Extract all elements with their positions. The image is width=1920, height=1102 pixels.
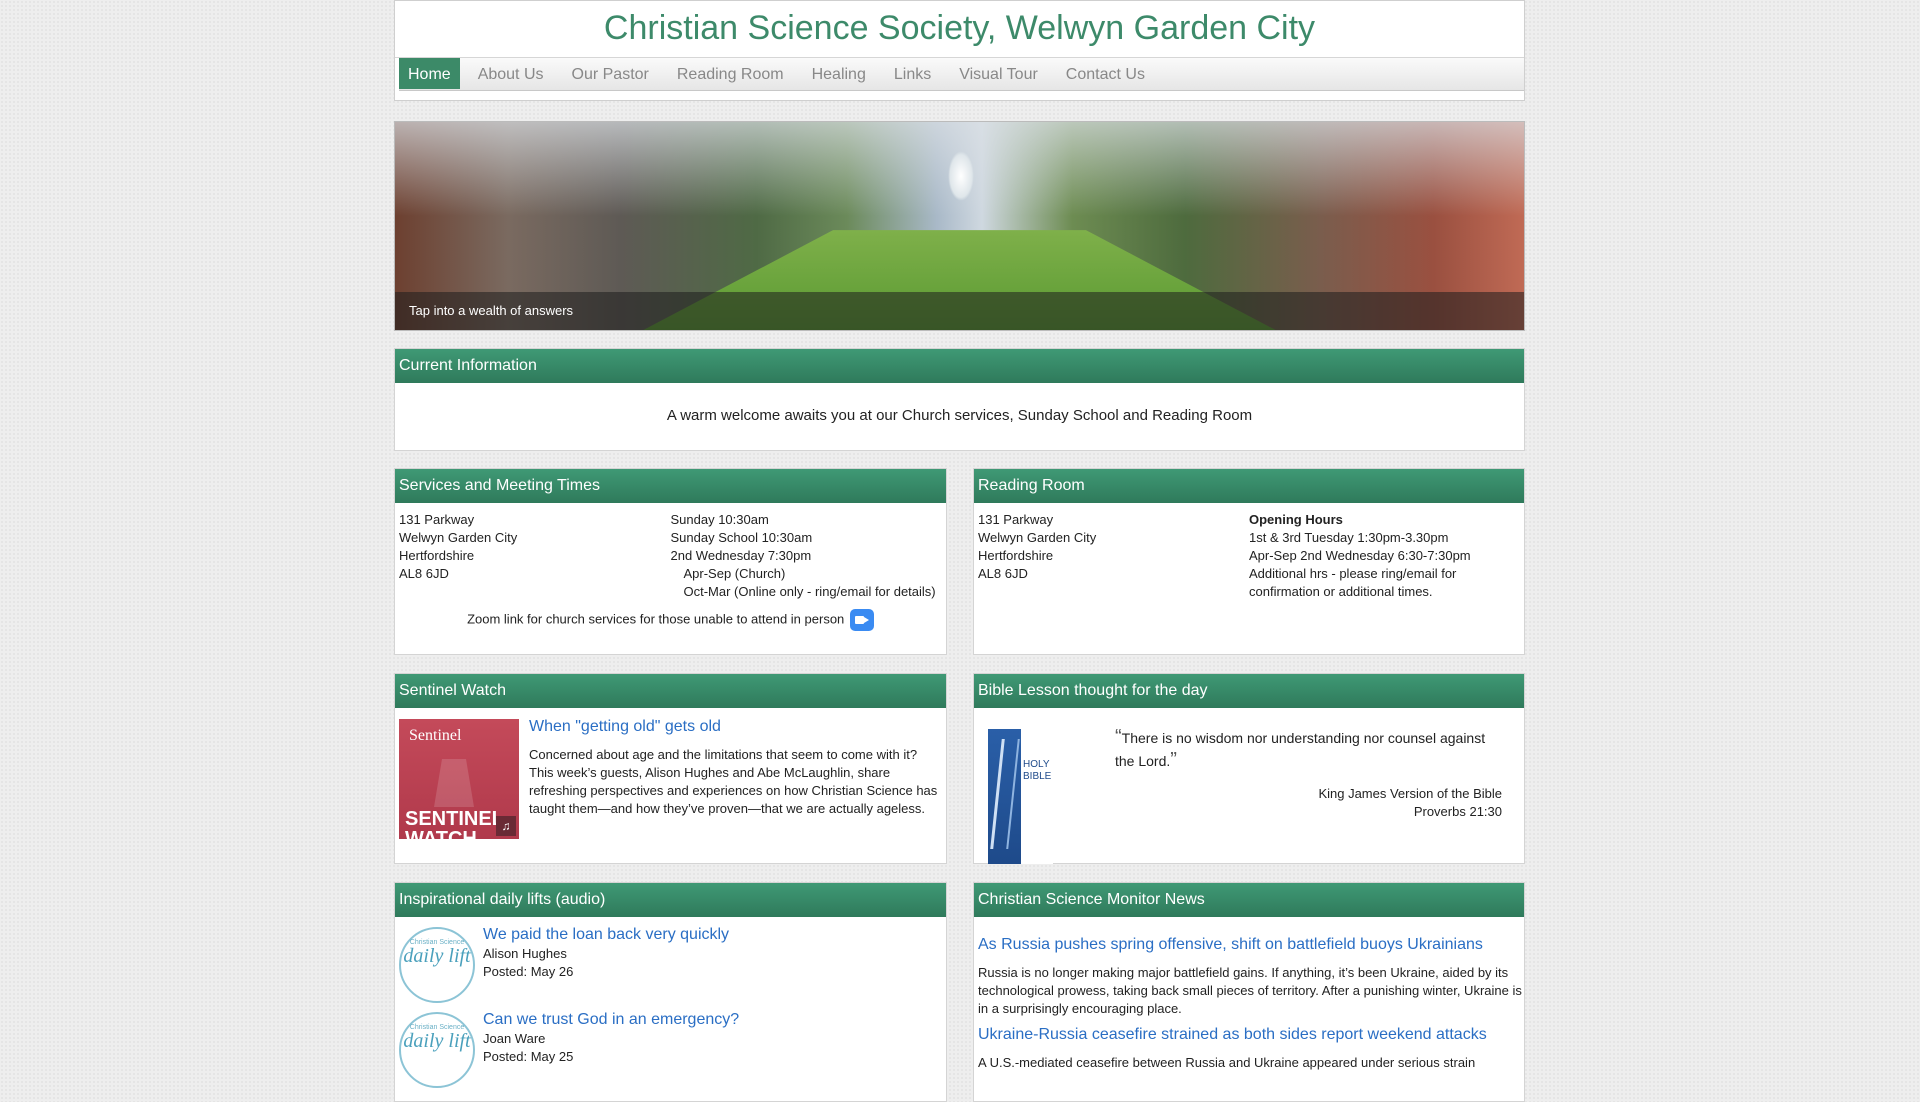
sentinel-article-summary: Concerned about age and the limitations … — [529, 747, 938, 816]
news-summary: A U.S.-mediated ceasefire between Russia… — [978, 1055, 1476, 1070]
hours-line: Apr-Sep 2nd Wednesday 6:30-7:30pm — [1249, 548, 1471, 563]
site-header: Christian Science Society, Welwyn Garden… — [394, 0, 1525, 101]
hero-fountain — [948, 151, 975, 202]
nav-about-us[interactable]: About Us — [469, 58, 553, 89]
close-quote: ” — [1170, 749, 1177, 771]
address-line: Welwyn Garden City — [399, 530, 518, 545]
monitor-news-heading: Christian Science Monitor News — [974, 883, 1524, 917]
current-info-heading: Current Information — [395, 349, 1524, 383]
site-title: Christian Science Society, Welwyn Garden… — [395, 1, 1524, 58]
services-times: Sunday 10:30am Sunday School 10:30am 2nd… — [671, 511, 943, 601]
sentinel-panel: Sentinel Watch Sentinel SENTINEL WATCH ♫… — [394, 673, 947, 864]
services-panel: Services and Meeting Times 131 Parkway W… — [394, 468, 947, 655]
address-line: Hertfordshire — [978, 548, 1054, 563]
page-wrapper: Christian Science Society, Welwyn Garden… — [394, 0, 1525, 1102]
bible-version: King James Version of the Bible — [1318, 786, 1502, 801]
daily-lift-icon-word: daily lift — [403, 945, 471, 967]
zoom-video-icon[interactable] — [849, 609, 874, 631]
daily-lift-title-link[interactable]: We paid the loan back very quickly — [483, 925, 729, 945]
daily-lift-icon[interactable]: Christian Science daily lift — [399, 1012, 475, 1088]
daily-lift-title-link[interactable]: Can we trust God in an emergency? — [483, 1010, 739, 1030]
hours-line: Additional hrs - please ring/email for c… — [1249, 566, 1457, 599]
sentinel-image-title: Sentinel — [409, 727, 462, 744]
nav-contact-us[interactable]: Contact Us — [1057, 58, 1154, 89]
hours-line: 1st & 3rd Tuesday 1:30pm-3.30pm — [1249, 530, 1449, 545]
service-time: Sunday 10:30am — [670, 512, 769, 527]
nav-home[interactable]: Home — [399, 58, 460, 89]
daily-lifts-panel: Inspirational daily lifts (audio) Christ… — [394, 882, 947, 1102]
bible-reference: Proverbs 21:30 — [1413, 804, 1502, 819]
hours-title: Opening Hours — [1249, 512, 1343, 527]
zoom-row: Zoom link for church services for those … — [395, 609, 946, 631]
reading-room-address: 131 Parkway Welwyn Garden City Hertfords… — [978, 511, 1249, 601]
news-headline-link[interactable]: Ukraine-Russia ceasefire strained as bot… — [978, 1025, 1523, 1045]
bible-cover-white — [1021, 729, 1053, 864]
address-line: AL8 6JD — [399, 566, 449, 581]
daily-lift-author: Alison Hughes — [483, 946, 567, 961]
bible-quote: “There is no wisdom nor understanding no… — [1115, 726, 1505, 772]
reading-room-hours: Opening Hours 1st & 3rd Tuesday 1:30pm-3… — [1249, 511, 1520, 601]
bible-source: King James Version of the Bible Proverbs… — [1318, 785, 1502, 821]
zoom-text: Zoom link for church services for those … — [467, 611, 845, 627]
nav-our-pastor[interactable]: Our Pastor — [563, 58, 658, 89]
daily-lift-date: Posted: May 26 — [483, 964, 574, 979]
lighthouse-graphic — [434, 759, 474, 807]
daily-lift-icon-word: daily lift — [403, 1030, 471, 1052]
monitor-news-panel: Christian Science Monitor News As Russia… — [973, 882, 1525, 1102]
main-nav: Home About Us Our Pastor Reading Room He… — [399, 58, 1524, 91]
nav-healing[interactable]: Healing — [803, 58, 875, 89]
monitor-news-list: As Russia pushes spring offensive, shift… — [978, 935, 1523, 1072]
holy-bible-image: HOLY BIBLE — [988, 729, 1053, 864]
services-address: 131 Parkway Welwyn Garden City Hertfords… — [399, 511, 671, 601]
bible-lesson-panel: Bible Lesson thought for the day HOLY BI… — [973, 673, 1525, 864]
open-quote: “ — [1115, 726, 1122, 748]
address-line: AL8 6JD — [978, 566, 1028, 581]
service-time: 2nd Wednesday 7:30pm — [670, 548, 812, 563]
services-heading: Services and Meeting Times — [395, 469, 946, 503]
current-info-text: A warm welcome awaits you at our Church … — [666, 407, 1253, 424]
news-headline-link[interactable]: As Russia pushes spring offensive, shift… — [978, 935, 1523, 955]
daily-lifts-heading: Inspirational daily lifts (audio) — [395, 883, 946, 917]
bible-cover-swirl — [990, 739, 1020, 849]
hero-banner[interactable]: Tap into a wealth of answers — [394, 121, 1525, 331]
headphones-icon: ♫ — [496, 816, 516, 836]
nav-links[interactable]: Links — [885, 58, 940, 89]
current-info-panel: Current Information A warm welcome await… — [394, 348, 1525, 451]
daily-lift-item: Can we trust God in an emergency? Joan W… — [483, 1010, 739, 1066]
bible-lesson-heading: Bible Lesson thought for the day — [974, 674, 1524, 708]
daily-lift-date: Posted: May 25 — [483, 1049, 574, 1064]
service-note: Apr-Sep (Church) — [683, 566, 786, 581]
sentinel-heading: Sentinel Watch — [395, 674, 946, 708]
address-line: Welwyn Garden City — [978, 530, 1097, 545]
nav-reading-room[interactable]: Reading Room — [668, 58, 793, 89]
nav-visual-tour[interactable]: Visual Tour — [950, 58, 1047, 89]
sentinel-watch-image[interactable]: Sentinel SENTINEL WATCH ♫ — [399, 719, 519, 849]
news-summary: Russia is no longer making major battlef… — [978, 965, 1522, 1016]
bible-cover-label: HOLY BIBLE — [1023, 759, 1052, 782]
daily-lift-item: We paid the loan back very quickly Aliso… — [483, 925, 729, 981]
address-line: Hertfordshire — [399, 548, 475, 563]
daily-lift-icon[interactable]: Christian Science daily lift — [399, 927, 475, 1003]
service-time: Sunday School 10:30am — [670, 530, 813, 545]
hero-caption: Tap into a wealth of answers — [395, 292, 1524, 330]
reading-room-panel: Reading Room 131 Parkway Welwyn Garden C… — [973, 468, 1525, 655]
service-note: Oct-Mar (Online only - ring/email for de… — [683, 584, 936, 599]
daily-lift-author: Joan Ware — [483, 1031, 546, 1046]
reading-room-heading: Reading Room — [974, 469, 1524, 503]
address-line: 131 Parkway — [978, 512, 1054, 527]
address-line: 131 Parkway — [399, 512, 475, 527]
sentinel-article-link[interactable]: When "getting old" gets old — [529, 718, 939, 736]
